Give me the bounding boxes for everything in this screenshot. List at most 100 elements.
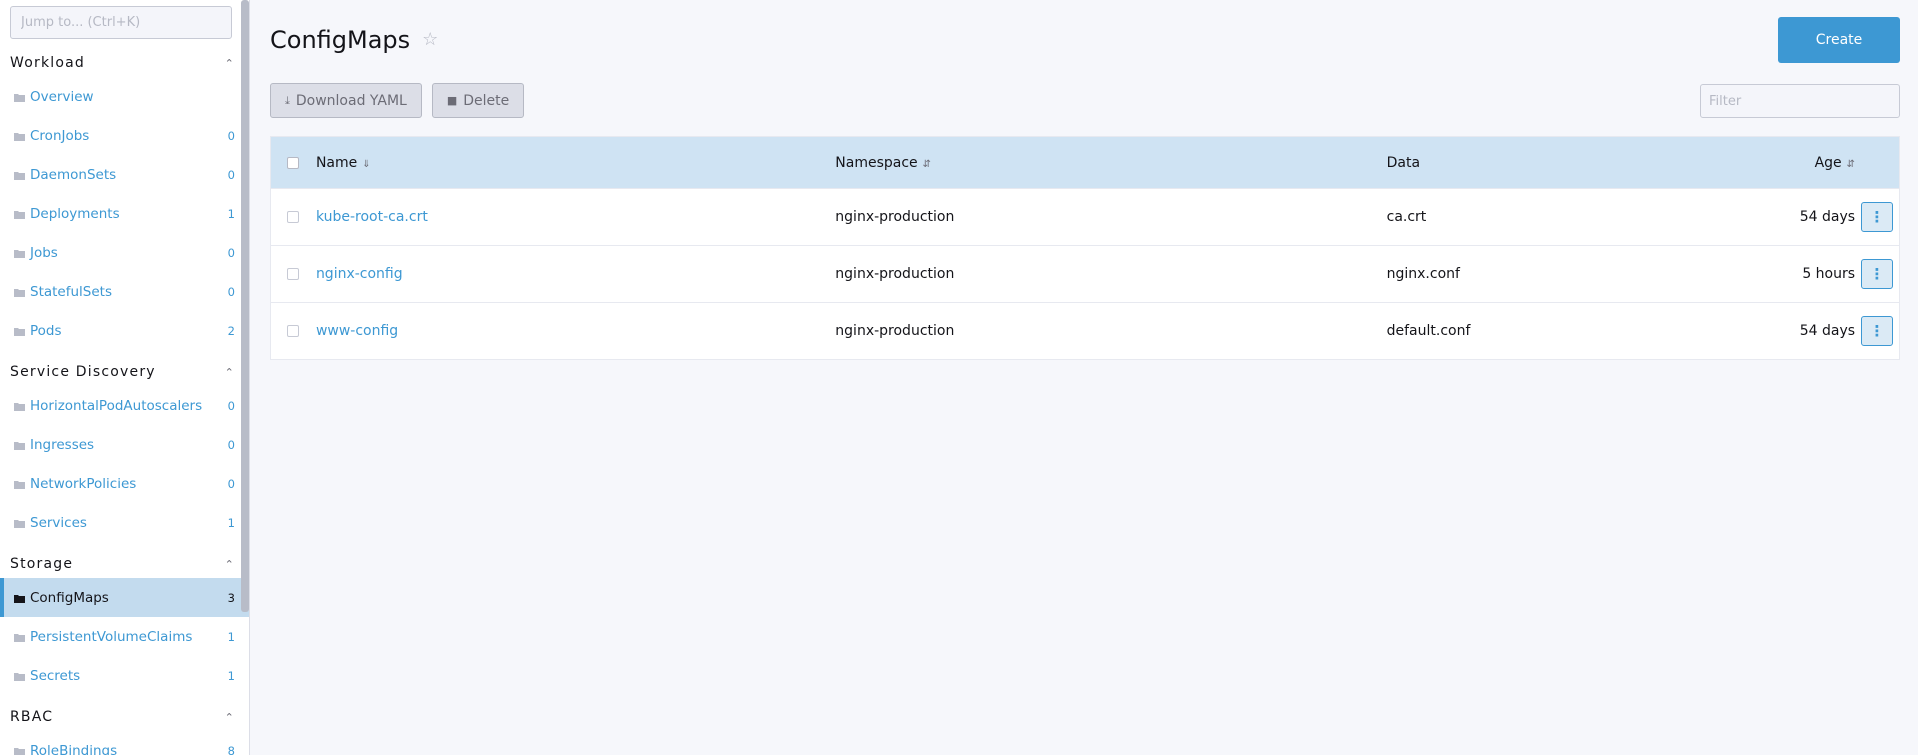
- sidebar-item-jobs[interactable]: Jobs 0: [0, 233, 249, 272]
- row-actions-button[interactable]: ⋮: [1861, 259, 1894, 289]
- table-row: kube-root-ca.crt nginx-production ca.crt…: [271, 188, 1899, 245]
- jump-to-input[interactable]: [10, 6, 232, 39]
- chevron-up-icon: ⌃: [224, 57, 235, 70]
- sidebar-item-pods[interactable]: Pods 2: [0, 311, 249, 350]
- age-cell: 5 hours: [1802, 266, 1856, 282]
- sidebar-item-label: Services: [30, 514, 87, 531]
- sidebar-item-deployments[interactable]: Deployments 1: [0, 194, 249, 233]
- sidebar-item-label: Secrets: [30, 667, 81, 684]
- sidebar-item-services[interactable]: Services 1: [0, 503, 249, 542]
- sidebar-item-count: 1: [227, 629, 235, 644]
- folder-icon: [14, 93, 25, 102]
- folder-icon: [14, 441, 25, 450]
- folder-icon: [14, 288, 25, 297]
- row-checkbox[interactable]: [287, 211, 300, 223]
- group-header-storage[interactable]: Storage ⌃: [0, 549, 249, 578]
- column-label: Age: [1814, 154, 1842, 171]
- toolbar: ⤓ Download YAML ■ Delete: [270, 83, 1900, 118]
- data-cell: default.conf: [1386, 323, 1471, 339]
- table-row: www-config nginx-production default.conf…: [271, 302, 1899, 359]
- age-cell: 54 days: [1799, 323, 1856, 339]
- folder-icon: [14, 402, 25, 411]
- folder-icon: [14, 210, 25, 219]
- sidebar-item-count: 8: [227, 743, 235, 755]
- select-all-checkbox[interactable]: [287, 156, 300, 169]
- row-actions-button[interactable]: ⋮: [1861, 316, 1894, 346]
- sidebar-item-hpa[interactable]: HorizontalPodAutoscalers 0: [0, 386, 249, 425]
- column-label: Data: [1386, 154, 1421, 171]
- configmap-name-link[interactable]: kube-root-ca.crt: [316, 209, 428, 225]
- delete-button[interactable]: ■ Delete: [431, 83, 525, 118]
- sidebar-item-daemonsets[interactable]: DaemonSets 0: [0, 155, 249, 194]
- chevron-up-icon: ⌃: [224, 711, 235, 724]
- group-title: Workload: [10, 54, 85, 71]
- column-header-age[interactable]: Age ⇵: [1779, 155, 1855, 171]
- chevron-up-icon: ⌃: [224, 558, 235, 571]
- chevron-up-icon: ⌃: [224, 366, 235, 379]
- table-header: Name ⇓ Namespace ⇵ Data Age ⇵: [271, 137, 1899, 188]
- sidebar-item-count: 0: [227, 128, 235, 143]
- namespace-cell: nginx-production: [835, 209, 955, 225]
- sort-icon: ⇵: [922, 158, 932, 170]
- sidebar-item-count: 1: [227, 206, 235, 221]
- page-title: ConfigMaps: [270, 25, 411, 54]
- sidebar-scrollbar[interactable]: [241, 0, 249, 612]
- folder-icon: [14, 594, 25, 603]
- sidebar-item-label: Jobs: [30, 244, 58, 261]
- row-actions-button[interactable]: ⋮: [1861, 202, 1894, 232]
- group-title: Service Discovery: [10, 363, 156, 380]
- row-checkbox[interactable]: [287, 325, 300, 337]
- sidebar-item-label: ConfigMaps: [30, 589, 109, 606]
- sidebar: Workload ⌃ Overview CronJobs 0 DaemonSet…: [0, 0, 250, 755]
- sidebar-item-configmaps[interactable]: ConfigMaps 3: [0, 578, 249, 617]
- column-header-name[interactable]: Name ⇓: [316, 155, 835, 171]
- folder-icon: [14, 249, 25, 258]
- delete-label: Delete: [463, 92, 510, 109]
- column-header-namespace[interactable]: Namespace ⇵: [835, 155, 1386, 171]
- sidebar-item-label: DaemonSets: [30, 166, 117, 183]
- sidebar-item-cronjobs[interactable]: CronJobs 0: [0, 116, 249, 155]
- column-header-data: Data: [1387, 155, 1780, 171]
- row-checkbox[interactable]: [287, 268, 300, 280]
- sidebar-item-label: Deployments: [30, 205, 120, 222]
- sidebar-item-label: Overview: [30, 88, 94, 105]
- sidebar-item-count: 2: [227, 323, 235, 338]
- sidebar-item-networkpolicies[interactable]: NetworkPolicies 0: [0, 464, 249, 503]
- group-title: Storage: [10, 555, 74, 572]
- create-button[interactable]: Create: [1778, 17, 1900, 63]
- sidebar-item-ingresses[interactable]: Ingresses 0: [0, 425, 249, 464]
- group-header-workload[interactable]: Workload ⌃: [0, 48, 249, 77]
- folder-icon: [14, 672, 25, 681]
- sidebar-item-count: 0: [227, 398, 235, 413]
- group-header-service-discovery[interactable]: Service Discovery ⌃: [0, 357, 249, 386]
- page-header: ConfigMaps ☆: [270, 0, 1900, 79]
- sidebar-item-label: RoleBindings: [30, 742, 118, 755]
- configmap-name-link[interactable]: www-config: [316, 323, 398, 339]
- configmaps-table: Name ⇓ Namespace ⇵ Data Age ⇵ kube-root-ca.…: [270, 136, 1900, 360]
- folder-icon: [14, 171, 25, 180]
- sidebar-item-count: 0: [227, 167, 235, 182]
- sidebar-item-rolebindings[interactable]: RoleBindings 8: [0, 731, 249, 755]
- filter-input[interactable]: [1700, 84, 1900, 118]
- download-yaml-label: Download YAML: [295, 92, 407, 109]
- sidebar-item-overview[interactable]: Overview: [0, 77, 249, 116]
- download-yaml-button[interactable]: ⤓ Download YAML: [270, 83, 422, 118]
- sidebar-item-label: HorizontalPodAutoscalers: [30, 397, 203, 414]
- sidebar-item-label: PersistentVolumeClaims: [30, 628, 193, 645]
- sidebar-item-secrets[interactable]: Secrets 1: [0, 656, 249, 695]
- sidebar-item-pvc[interactable]: PersistentVolumeClaims 1: [0, 617, 249, 656]
- group-title: RBAC: [10, 708, 54, 725]
- group-header-rbac[interactable]: RBAC ⌃: [0, 702, 249, 731]
- star-icon[interactable]: ☆: [422, 29, 438, 50]
- folder-icon: [14, 132, 25, 141]
- folder-icon: [14, 327, 25, 336]
- sort-icon: ⇓: [362, 158, 371, 170]
- sidebar-item-count: 0: [227, 437, 235, 452]
- main-content: ConfigMaps ☆ Create ⤓ Download YAML ■ De…: [250, 0, 1918, 755]
- configmap-name-link[interactable]: nginx-config: [316, 266, 403, 282]
- sidebar-item-statefulsets[interactable]: StatefulSets 0: [0, 272, 249, 311]
- sidebar-item-count: 3: [227, 590, 235, 605]
- sidebar-item-count: 1: [227, 668, 235, 683]
- trash-icon: ■: [446, 94, 458, 107]
- download-icon: ⤓: [285, 93, 290, 107]
